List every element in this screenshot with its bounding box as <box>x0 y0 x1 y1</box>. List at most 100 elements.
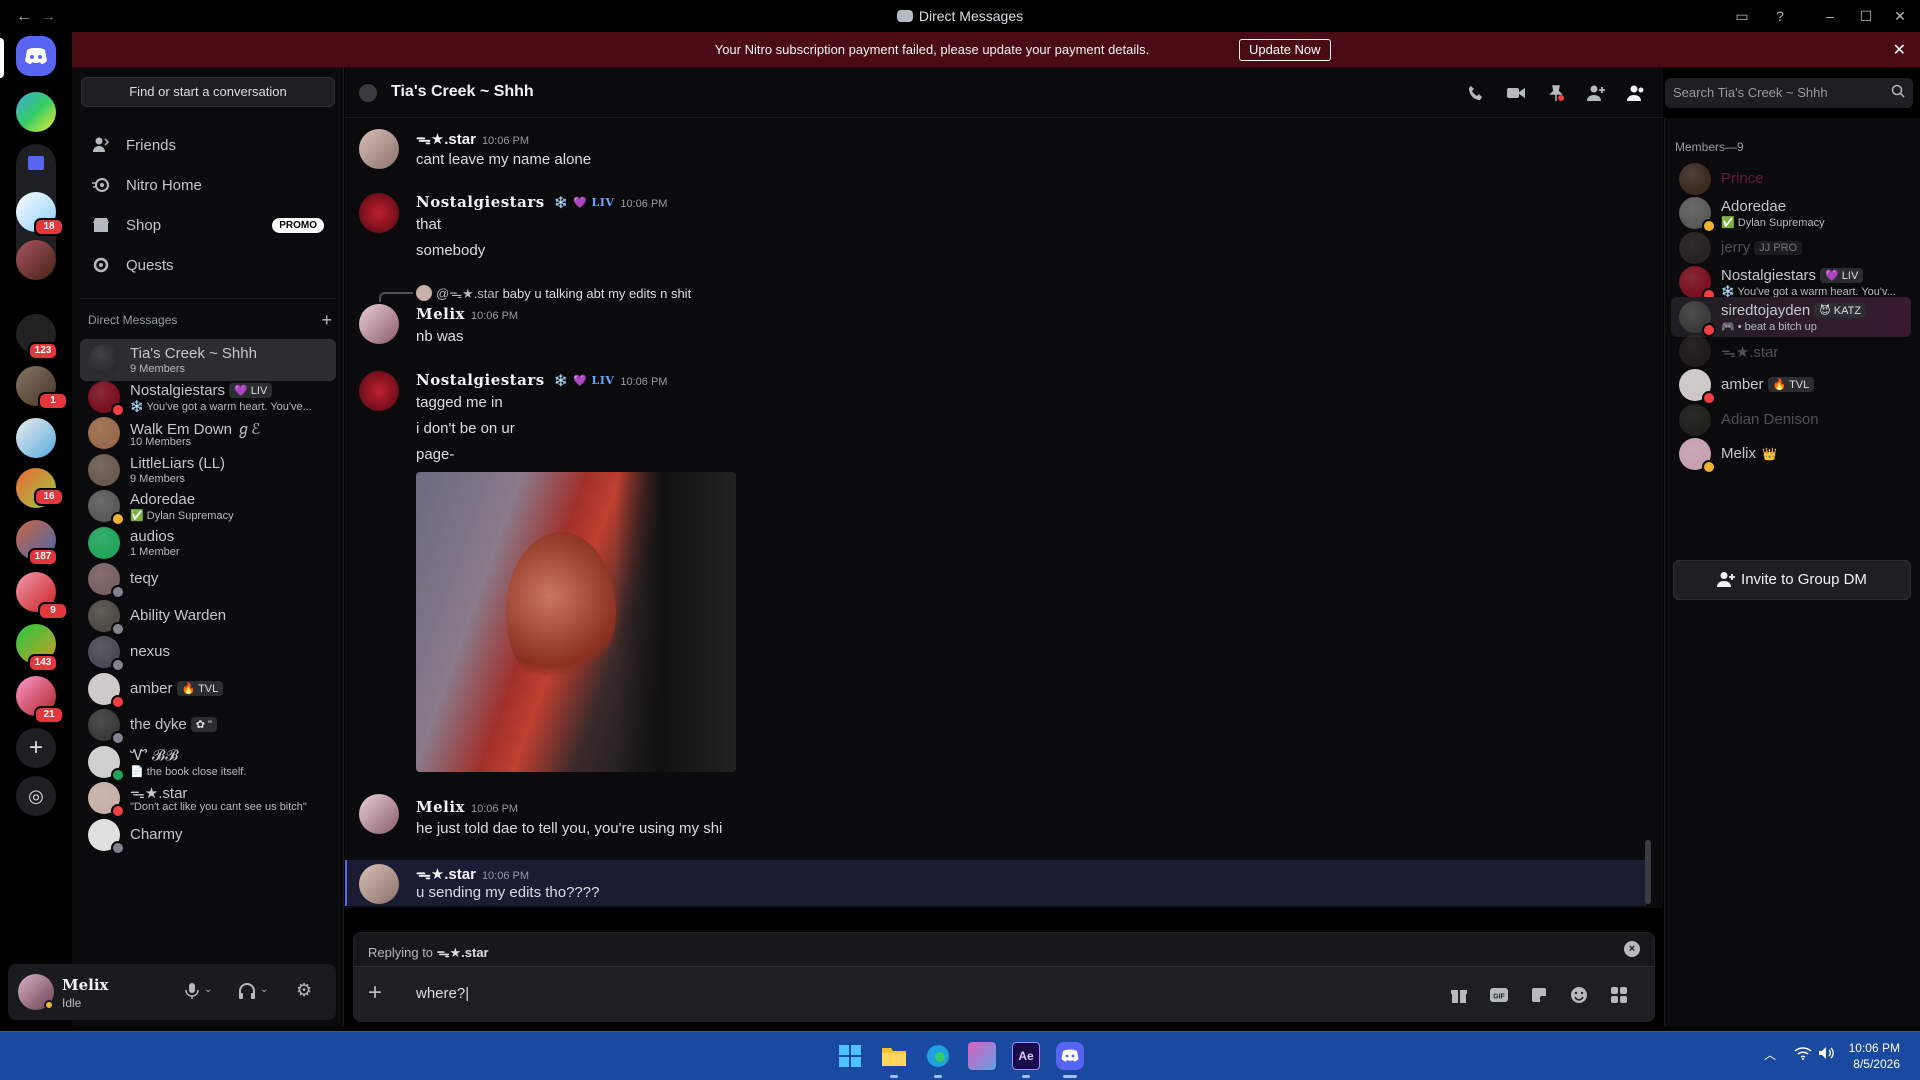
file-explorer-icon[interactable] <box>880 1042 908 1070</box>
message-author[interactable]: ᯓ★.star 10:06 PM <box>416 864 529 884</box>
search-input[interactable]: Search Tia's Creek ~ Shhh <box>1665 78 1913 108</box>
dm-item[interactable]: nexus <box>80 631 336 673</box>
close-banner-icon[interactable]: ✕ <box>1893 40 1906 60</box>
add-server-icon[interactable]: + <box>16 728 56 768</box>
dm-item[interactable]: Charmy <box>80 814 336 856</box>
server-rail: 18 123 1 16 187 9 143 21 + ◎ <box>0 32 72 1031</box>
message-input[interactable]: where? <box>416 985 469 1002</box>
wifi-icon[interactable] <box>1794 1046 1812 1060</box>
message-author[interactable]: Melix 10:06 PM <box>416 305 518 323</box>
invite-to-group-dm-button[interactable]: Invite to Group DM <box>1673 560 1911 600</box>
update-now-button[interactable]: Update Now <box>1239 39 1331 61</box>
avatar <box>416 285 432 301</box>
dm-item[interactable]: ᯓ★.star "Don't act like you cant see us b… <box>80 777 336 819</box>
guild-tag: JJ PRO <box>1754 240 1803 255</box>
mention-badge: 9 <box>38 602 68 620</box>
start-icon[interactable] <box>836 1042 864 1070</box>
create-dm-icon[interactable]: + <box>321 310 332 331</box>
gif-icon[interactable]: GIF <box>1488 984 1510 1006</box>
system-clock[interactable]: 10:06 PM 8/5/2026 <box>1849 1040 1900 1072</box>
avatar[interactable] <box>359 864 399 904</box>
username[interactable]: Melix <box>62 976 109 994</box>
message-timestamp: 10:06 PM <box>471 310 519 322</box>
dm-item[interactable]: Walk Em Down ℊℰ 10 Members <box>80 412 336 454</box>
member-list-icon[interactable] <box>1625 82 1647 104</box>
edge-icon[interactable] <box>924 1042 952 1070</box>
minimize-icon[interactable]: – <box>1820 6 1840 26</box>
status-indicator <box>111 840 125 855</box>
avatar[interactable] <box>359 794 399 834</box>
message-author[interactable]: ᯓ★.star 10:06 PM <box>416 129 529 149</box>
message-author[interactable]: Nostalgiestars ❄️ 💜 LIV 10:06 PM <box>416 193 667 211</box>
folder-icon <box>28 156 44 170</box>
discord-taskbar-icon[interactable] <box>1056 1042 1084 1070</box>
message-author[interactable]: Nostalgiestars ❄️ 💜 LIV 10:06 PM <box>416 371 667 389</box>
server-icon[interactable] <box>16 418 56 458</box>
discover-icon[interactable]: ◎ <box>16 776 56 816</box>
avatar <box>1679 231 1711 264</box>
message-text: nb was <box>416 328 464 345</box>
dm-item[interactable]: teqy <box>80 558 336 600</box>
maximize-icon[interactable]: ☐ <box>1856 6 1876 26</box>
guild-tag: 🔥 TVL <box>176 680 224 696</box>
pinned-messages-icon[interactable] <box>1545 82 1567 104</box>
guild-tag: 😈 KATZ <box>1814 302 1867 318</box>
image-attachment[interactable] <box>416 472 736 772</box>
reply-preview[interactable]: @ᯓ★.star baby u talking abt my edits n s… <box>416 284 691 302</box>
add-friends-to-dm-icon[interactable] <box>1585 82 1607 104</box>
dm-item[interactable]: Adoredae ✅ Dylan Supremacy <box>80 485 336 527</box>
after-effects-icon[interactable]: Ae <box>1012 1042 1040 1070</box>
nav-shop[interactable]: Shop PROMO <box>80 206 336 244</box>
chevron-down-icon[interactable]: ⌄ <box>204 984 212 995</box>
server-icon[interactable] <box>16 92 56 132</box>
apps-icon[interactable] <box>1608 984 1630 1006</box>
home-button[interactable] <box>16 36 56 76</box>
server-icon[interactable] <box>16 240 56 280</box>
member-item[interactable]: Melix 👑 <box>1671 434 1911 475</box>
upload-plus-icon[interactable]: + <box>368 981 382 1005</box>
chevron-up-icon[interactable]: ︿ <box>1764 1046 1776 1063</box>
dm-name: Adoredae <box>130 491 196 508</box>
nav-quests[interactable]: Quests <box>80 246 336 284</box>
gear-icon[interactable]: ⚙ <box>296 980 312 1001</box>
gift-icon[interactable] <box>1448 984 1470 1006</box>
nav-nitro-home[interactable]: Nitro Home <box>80 166 336 204</box>
headphones-icon[interactable] <box>238 982 256 1000</box>
dm-subtext: ✅ Dylan Supremacy <box>130 510 234 522</box>
volume-icon[interactable] <box>1818 1046 1836 1060</box>
message-text: page- <box>416 446 455 463</box>
dm-subtext: 1 Member <box>130 545 180 558</box>
avatar[interactable] <box>359 304 399 344</box>
dm-item[interactable]: the dyke ✿ " <box>80 704 336 746</box>
avatar <box>1679 163 1711 195</box>
idle-status-icon <box>44 1000 54 1010</box>
sticker-icon[interactable] <box>1528 984 1550 1006</box>
voice-call-icon[interactable] <box>1465 82 1487 104</box>
divider <box>80 298 336 299</box>
help-icon[interactable]: ? <box>1770 6 1790 26</box>
dm-item[interactable]: Tia's Creek ~ Shhh 9 Members <box>80 339 336 381</box>
message-author[interactable]: Melix 10:06 PM <box>416 798 518 816</box>
message-timestamp: 10:06 PM <box>481 870 530 882</box>
cancel-reply-icon[interactable]: × <box>1624 941 1640 957</box>
avatar[interactable] <box>359 193 399 233</box>
emoji-icon[interactable] <box>1568 984 1590 1006</box>
mention-badge: 16 <box>34 488 64 506</box>
inbox-icon[interactable]: ▭ <box>1732 6 1752 26</box>
discord-app: ← → Direct Messages ▭ ? – ☐ ✕ 18 123 1 1… <box>0 0 1920 1080</box>
message-timestamp: 10:06 PM <box>481 135 530 147</box>
find-conversation-button[interactable]: Find or start a conversation <box>81 77 335 107</box>
avatar[interactable] <box>359 129 399 169</box>
nav-friends[interactable]: Friends <box>80 126 336 164</box>
scrollbar[interactable] <box>1645 840 1651 904</box>
app-icon[interactable] <box>968 1042 996 1070</box>
guild-tag: ✿ " <box>190 717 217 732</box>
chevron-down-icon[interactable]: ⌄ <box>260 984 268 995</box>
video-call-icon[interactable] <box>1505 82 1527 104</box>
microphone-icon[interactable] <box>184 982 200 1000</box>
close-window-icon[interactable]: ✕ <box>1890 6 1910 26</box>
avatar[interactable] <box>359 371 399 411</box>
svg-text:GIF: GIF <box>1493 994 1505 1001</box>
dm-subtext: 9 Members <box>130 472 186 485</box>
message-text: u sending my edits tho???? <box>416 884 600 901</box>
